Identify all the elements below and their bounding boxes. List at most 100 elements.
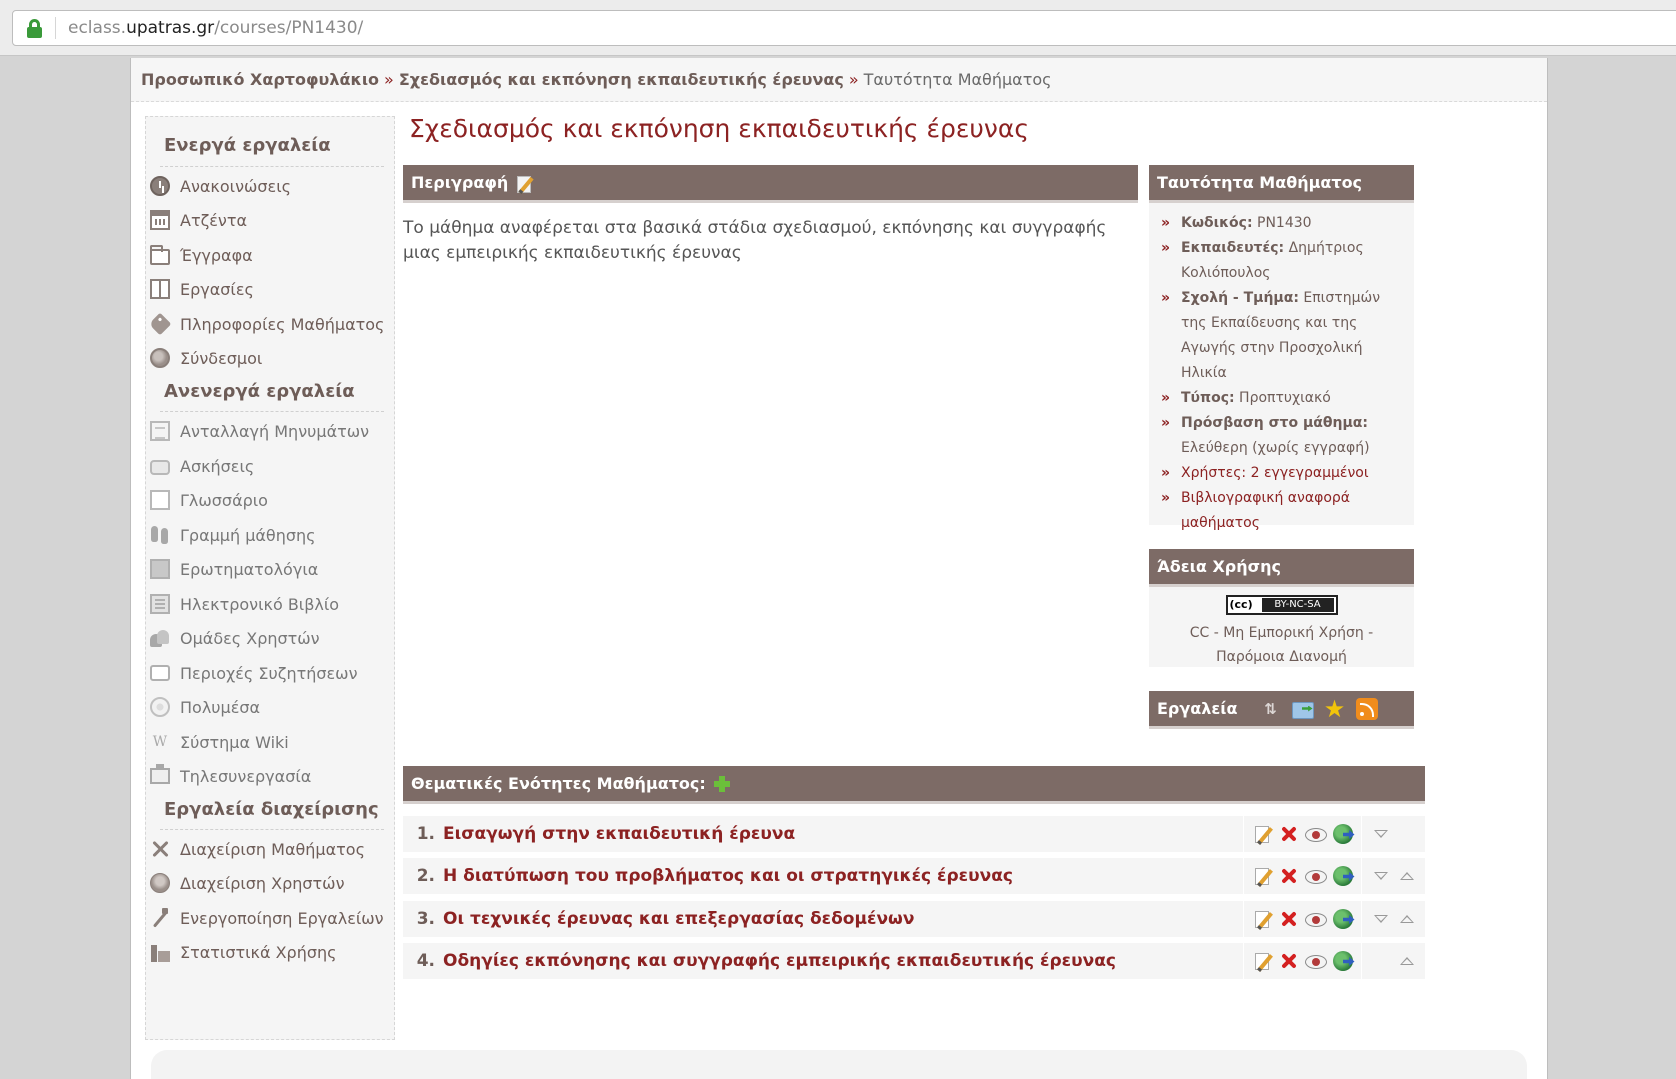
visibility-eye-icon[interactable]	[1304, 869, 1327, 884]
sidebar-item-links[interactable]: Σύνδεσμοι	[150, 344, 262, 372]
unit-actions	[1243, 901, 1361, 937]
move-up-icon[interactable]	[1399, 915, 1414, 923]
sidebar-item-label: Σύνδεσμοι	[180, 348, 263, 368]
questionnaire-icon	[150, 559, 170, 579]
url-domain: upatras.gr	[126, 18, 215, 38]
sidebar-item-label: Πολυμέσα	[180, 697, 261, 717]
sidebar-item-usage-stats[interactable]: Στατιστικά Χρήσης	[150, 938, 337, 966]
breadcrumb-portfolio-link[interactable]: Προσωπικό Χαρτοφυλάκιο	[141, 70, 379, 89]
sidebar-item-user-admin[interactable]: Διαχείριση Χρηστών	[150, 869, 345, 897]
add-unit-icon[interactable]	[713, 775, 730, 792]
sidebar-item-teleconference[interactable]: Τηλεσυνεργασία	[150, 762, 311, 790]
identity-box: » Κωδικός: PN1430 » Εκπαιδευτές: Δημήτριος…	[1149, 203, 1414, 531]
url-path: /courses/PN1430/	[214, 18, 364, 38]
delete-icon[interactable]	[1279, 824, 1299, 844]
sidebar-item-tool-activation[interactable]: Ενεργοποίηση Εργαλείων	[150, 904, 384, 932]
visibility-eye-icon[interactable]	[1304, 827, 1327, 842]
sidebar-item-label: Έγγραφα	[180, 245, 253, 265]
delete-icon[interactable]	[1279, 951, 1299, 971]
bullet-icon: »	[1161, 490, 1171, 506]
sidebar-item-multimedia[interactable]: Πολυμέσα	[150, 693, 260, 721]
sidebar-item-label: Διαχείριση Χρηστών	[180, 873, 345, 893]
url-text[interactable]: eclass.upatras.gr/courses/PN1430/	[68, 18, 363, 38]
sidebar-item-label: Ομάδες Χρηστών	[180, 628, 320, 648]
sidebar-item-learning-path[interactable]: Γραμμή μάθησης	[150, 521, 316, 549]
identity-users-label: Χρήστες:	[1181, 465, 1247, 481]
edit-icon[interactable]	[1253, 866, 1273, 886]
unit-title-link[interactable]: Η διατύπωση του προβλήματος και οι στρατ…	[443, 866, 1243, 886]
sidebar-item-assignments[interactable]: Εργασίες	[150, 275, 254, 303]
sidebar-item-announcements[interactable]: Ανακοινώσεις	[150, 172, 291, 200]
sidebar-item-label: Ασκήσεις	[180, 456, 255, 476]
identity-access: » Πρόσβαση στο μάθημα: Ελεύθερη (χωρίς εγ…	[1161, 411, 1404, 461]
move-down-icon[interactable]	[1373, 915, 1388, 923]
unit-title-link[interactable]: Εισαγωγή στην εκπαιδευτική έρευνα	[443, 824, 1243, 844]
sidebar-item-label: Ανταλλαγή Μηνυμάτων	[180, 421, 370, 441]
edit-description-icon[interactable]	[516, 174, 534, 193]
unit-title-link[interactable]: Οδηγίες εκπόνησης και συγγραφής εμπειρικ…	[443, 951, 1243, 971]
move-up-icon[interactable]	[1399, 872, 1414, 880]
visibility-eye-icon[interactable]	[1304, 954, 1327, 969]
sidebar-item-forums[interactable]: Περιοχές Συζητήσεων	[150, 659, 358, 687]
access-globe-icon[interactable]	[1332, 824, 1353, 844]
sidebar-item-course-info[interactable]: Πληροφορίες Μαθήματος	[148, 310, 385, 338]
breadcrumb-separator: »	[848, 70, 859, 89]
breadcrumb-current: Ταυτότητα Μαθήματος	[863, 70, 1052, 89]
sidebar-item-label: Ατζέντα	[180, 210, 248, 230]
edit-icon[interactable]	[1253, 909, 1273, 929]
sidebar-item-ebook[interactable]: Ηλεκτρονικό Βιβλίο	[150, 590, 339, 618]
address-bar[interactable]: eclass.upatras.gr/courses/PN1430/	[12, 10, 1676, 46]
bibliography-link[interactable]: Βιβλιογραφική αναφορά μαθήματος	[1181, 490, 1350, 531]
group-icon	[150, 628, 170, 648]
edit-icon[interactable]	[1253, 824, 1273, 844]
cc-license-badge[interactable]: (cc) BY-NC-SA	[1225, 595, 1338, 615]
wand-icon	[150, 908, 170, 928]
sidebar-item-agenda[interactable]: Ατζέντα	[150, 206, 247, 234]
unit-title-link[interactable]: Οι τεχνικές έρευνας και επεξεργασίας δεδ…	[443, 909, 1243, 929]
favorite-star-icon[interactable]: ★	[1324, 697, 1346, 721]
sidebar-item-label: Γλωσσάριο	[180, 490, 268, 510]
identity-header: Ταυτότητα Μαθήματος	[1149, 165, 1414, 203]
cc-badge-label: BY-NC-SA	[1261, 598, 1334, 612]
move-down-icon[interactable]	[1373, 872, 1388, 880]
wiki-icon: W	[152, 734, 168, 750]
sidebar-item-documents[interactable]: Έγγραφα	[150, 241, 253, 269]
identity-users-value: 2 εγγεγραμμένοι	[1250, 465, 1369, 481]
tools-panel-label: Εργαλεία	[1157, 699, 1238, 718]
visibility-eye-icon[interactable]	[1304, 912, 1327, 927]
sidebar-item-wiki[interactable]: W Σύστημα Wiki	[150, 728, 289, 756]
breadcrumb-course-link[interactable]: Σχεδιασμός και εκπόνηση εκπαιδευτικής έρ…	[399, 70, 844, 89]
tools-panel-icons: ⇅ ★	[1260, 697, 1378, 721]
sidebar-item-user-groups[interactable]: Ομάδες Χρηστών	[150, 624, 320, 652]
bullet-icon: »	[1161, 290, 1171, 306]
sidebar-item-glossary[interactable]: Γλωσσάριο	[150, 486, 268, 514]
sidebar-item-label: Πληροφορίες Μαθήματος	[180, 314, 385, 334]
edit-icon[interactable]	[1253, 951, 1273, 971]
move-arrows-icon[interactable]: ⇅	[1260, 698, 1282, 720]
email-icon[interactable]	[1291, 701, 1314, 719]
license-header: Άδεια Χρήσης	[1149, 549, 1414, 587]
move-down-icon[interactable]	[1373, 830, 1388, 838]
identity-code-value: PN1430	[1257, 215, 1312, 231]
sidebar-item-messages[interactable]: Ανταλλαγή Μηνυμάτων	[150, 417, 369, 445]
footer-strip	[151, 1050, 1527, 1079]
speech-bubble-icon	[150, 459, 170, 475]
sidebar-item-exercises[interactable]: Ασκήσεις	[150, 452, 254, 480]
move-up-icon[interactable]	[1399, 957, 1414, 965]
sidebar-item-course-admin[interactable]: Διαχείριση Μαθήματος	[150, 835, 365, 863]
sidebar-item-label: Σύστημα Wiki	[180, 732, 289, 752]
sidebar-item-questionnaires[interactable]: Ερωτηματολόγια	[150, 555, 318, 583]
delete-icon[interactable]	[1279, 866, 1299, 886]
identity-users-link[interactable]: Χρήστες: 2 εγγεγραμμένοι	[1181, 465, 1369, 481]
access-globe-icon[interactable]	[1332, 909, 1353, 929]
access-globe-icon[interactable]	[1332, 951, 1353, 971]
divider	[160, 829, 384, 830]
rss-icon[interactable]	[1355, 697, 1378, 720]
access-globe-icon[interactable]	[1332, 866, 1353, 886]
address-divider	[55, 17, 56, 39]
license-box: (cc) BY-NC-SA CC - Μη Εμπορική Χρήση - Πα…	[1149, 587, 1414, 667]
url-prefix: eclass.	[68, 18, 127, 38]
identity-instructor: » Εκπαιδευτές: Δημήτριος Κολιόπουλος	[1161, 236, 1404, 286]
delete-icon[interactable]	[1279, 909, 1299, 929]
sidebar-item-label: Ερωτηματολόγια	[180, 559, 319, 579]
